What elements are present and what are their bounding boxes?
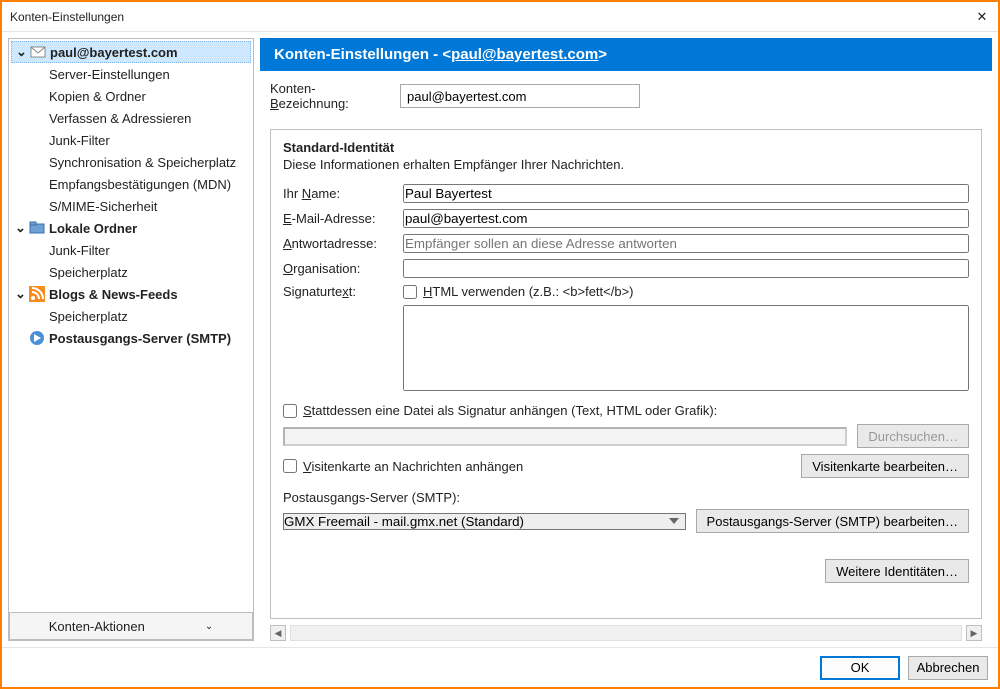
tree-item-label: paul@bayertest.com [50,45,178,60]
attach-vcard-checkbox[interactable] [283,459,297,473]
tree-item[interactable]: Speicherplatz [11,261,251,283]
tree-item[interactable]: Speicherplatz [11,305,251,327]
tree-item[interactable]: Kopien & Ordner [11,85,251,107]
tree-item[interactable]: Empfangsbestätigungen (MDN) [11,173,251,195]
email-label: E-Mail-Adresse: [283,211,393,226]
edit-smtp-button[interactable]: Postausgangs-Server (SMTP) bearbeiten… [696,509,969,533]
tree-item[interactable]: Synchronisation & Speicherplatz [11,151,251,173]
tree-item-label: Empfangsbestätigungen (MDN) [49,177,231,192]
panel-header: Konten-Einstellungen - <paul@bayertest.c… [260,38,992,71]
ok-button[interactable]: OK [820,656,900,680]
attach-file-checkbox[interactable] [283,404,297,418]
chevron-down-icon: ⌄ [15,220,25,236]
close-icon[interactable]: ✕ [974,9,990,25]
html-checkbox-row: HTML verwenden (z.B.: <b>fett</b>) [403,284,634,299]
edit-vcard-button[interactable]: Visitenkarte bearbeiten… [801,454,969,478]
tree-item-label: Speicherplatz [49,265,128,280]
folder-icon [29,220,45,236]
chevron-down-icon: ⌄ [15,286,25,302]
reply-label: Antwortadresse: [283,236,393,251]
window-title: Konten-Einstellungen [10,10,124,24]
your-name-input[interactable] [403,184,969,203]
tree-item[interactable]: Junk-Filter [11,129,251,151]
account-name-label: Konten-Bezeichnung: [270,81,390,111]
rss-icon [29,286,45,302]
account-name-row: Konten-Bezeichnung: [270,81,982,111]
account-name-input[interactable] [400,84,640,108]
tree-item-label: Synchronisation & Speicherplatz [49,155,236,170]
tree-item-label: Speicherplatz [49,309,128,324]
sidebar: ⌄ paul@bayertest.com Server-Einstellungen K… [8,38,254,641]
account-actions-label: Konten-Aktionen [49,619,145,634]
tree-item-label: Kopien & Ordner [49,89,146,104]
header-email: paul@bayertest.com [451,46,598,63]
email-input[interactable] [403,209,969,228]
tree-item-label: Verfassen & Adressieren [49,111,191,126]
use-html-label: HTML verwenden (z.B.: <b>fett</b>) [423,284,634,299]
tree-item[interactable]: ⌄ paul@bayertest.com [11,41,251,63]
signature-label: Signaturtext: [283,284,393,299]
smtp-icon [29,330,45,346]
tree-item-label: Postausgangs-Server (SMTP) [49,331,231,346]
tree-item[interactable]: Verfassen & Adressieren [11,107,251,129]
tree-item[interactable]: ⌄ Lokale Ordner [11,217,251,239]
scroll-left-icon[interactable]: ◀ [270,625,286,641]
titlebar: Konten-Einstellungen ✕ [2,2,998,32]
attach-vcard-label: Visitenkarte an Nachrichten anhängen [303,459,523,474]
cancel-button[interactable]: Abbrechen [908,656,988,680]
body: ⌄ paul@bayertest.com Server-Einstellungen K… [2,32,998,647]
identity-group: Standard-Identität Diese Informationen e… [270,129,982,619]
tree-item[interactable]: ⌄ Blogs & News-Feeds [11,283,251,305]
smtp-label: Postausgangs-Server (SMTP): [283,490,969,505]
window: Konten-Einstellungen ✕ ⌄ paul@bayertest.c… [0,0,1000,689]
horizontal-scrollbar[interactable]: ◀ ▶ [270,625,982,641]
chevron-down-icon: ⌄ [205,621,213,632]
tree-item[interactable]: Postausgangs-Server (SMTP) [11,327,251,349]
tree-item-label: Lokale Ordner [49,221,137,236]
mail-icon [30,44,46,60]
use-html-checkbox[interactable] [403,285,417,299]
reply-input[interactable] [403,234,969,253]
your-name-label: Ihr Name: [283,186,393,201]
org-label: Organisation: [283,261,393,276]
account-tree[interactable]: ⌄ paul@bayertest.com Server-Einstellungen K… [9,39,253,612]
tree-item[interactable]: S/MIME-Sicherheit [11,195,251,217]
tree-item[interactable]: Server-Einstellungen [11,63,251,85]
identity-title: Standard-Identität [283,140,969,155]
tree-item[interactable]: Junk-Filter [11,239,251,261]
smtp-select[interactable]: GMX Freemail - mail.gmx.net (Standard) [283,513,686,530]
tree-item-label: Junk-Filter [49,243,110,258]
content: Konten-Bezeichnung: Standard-Identität D… [260,71,992,641]
scroll-right-icon[interactable]: ▶ [966,625,982,641]
tree-item-label: Junk-Filter [49,133,110,148]
attach-file-label: Stattdessen eine Datei als Signatur anhä… [303,403,717,418]
account-actions-button[interactable]: Konten-Aktionen ⌄ [9,612,253,640]
more-identities-button[interactable]: Weitere Identitäten… [825,559,969,583]
signature-file-input [283,427,847,446]
main-panel: Konten-Einstellungen - <paul@bayertest.c… [260,38,992,641]
org-input[interactable] [403,259,969,278]
chevron-down-icon: ⌄ [16,44,26,60]
tree-item-label: Blogs & News-Feeds [49,287,178,302]
identity-subtitle: Diese Informationen erhalten Empfänger I… [283,157,969,172]
tree-item-label: Server-Einstellungen [49,67,170,82]
signature-textarea[interactable] [403,305,969,391]
footer: OK Abbrechen [2,647,998,687]
browse-button: Durchsuchen… [857,424,969,448]
tree-item-label: S/MIME-Sicherheit [49,199,157,214]
